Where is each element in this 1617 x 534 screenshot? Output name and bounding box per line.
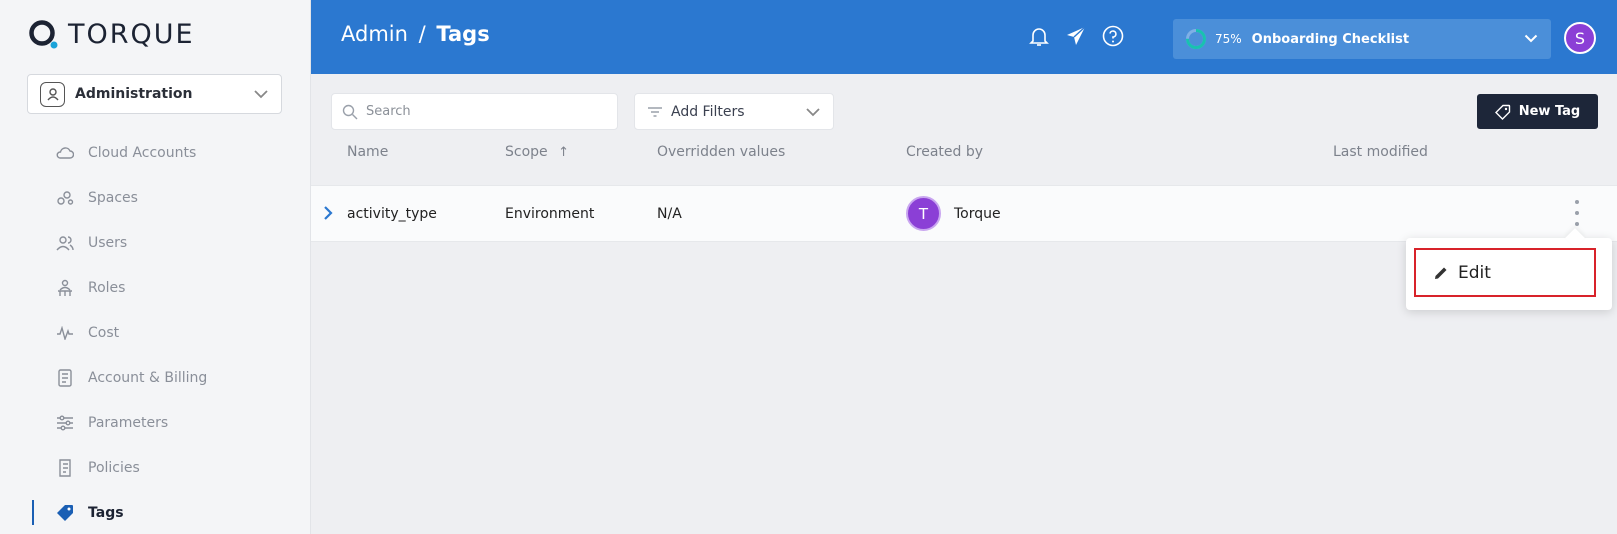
tag-name: activity_type (347, 206, 437, 222)
policy-icon (56, 458, 74, 477)
sidebar-item-label: Cost (88, 324, 120, 341)
breadcrumb-parent[interactable]: Admin (341, 22, 408, 46)
row-actions-menu: Edit (1406, 238, 1612, 310)
sidebar-item-label: Users (88, 234, 128, 251)
filter-icon (648, 106, 662, 117)
billing-icon (56, 368, 74, 387)
add-filters-dropdown[interactable]: Add Filters (634, 93, 834, 130)
sidebar-item-label: Account & Billing (88, 369, 208, 386)
sidebar-nav: Cloud Accounts Spaces Users Roles Cost A… (0, 130, 311, 534)
sidebar-item-tags[interactable]: Tags (0, 490, 311, 534)
breadcrumb-current: Tags (436, 22, 490, 46)
tag-scope: Environment (505, 206, 595, 222)
edit-menu-item[interactable]: Edit (1414, 248, 1596, 297)
user-avatar[interactable]: S (1564, 22, 1596, 54)
send-icon[interactable] (1065, 25, 1087, 47)
sidebar-item-account-billing[interactable]: Account & Billing (0, 355, 311, 400)
chevron-down-icon (806, 107, 820, 116)
tag-overridden-values: N/A (657, 206, 682, 222)
sidebar-item-parameters[interactable]: Parameters (0, 400, 311, 445)
new-tag-button[interactable]: New Tag (1477, 94, 1598, 129)
table-row[interactable]: activity_type Environment N/A T Torque (311, 185, 1617, 242)
sidebar-item-label: Cloud Accounts (88, 144, 197, 161)
onboarding-percent: 75% (1215, 32, 1242, 46)
chevron-down-icon (1511, 31, 1551, 47)
sidebar-item-users[interactable]: Users (0, 220, 311, 265)
tag-icon (1494, 104, 1510, 120)
column-header-scope-label: Scope (505, 144, 548, 160)
help-icon[interactable] (1102, 25, 1124, 47)
onboarding-label: Onboarding Checklist (1251, 31, 1410, 47)
brand-name: TORQUE (68, 18, 195, 50)
column-header-overridden-values[interactable]: Overridden values (657, 144, 785, 160)
admin-user-icon (40, 81, 65, 107)
chevron-down-icon (254, 90, 268, 99)
sidebar-item-label: Policies (88, 459, 140, 476)
sidebar-item-label: Spaces (88, 189, 138, 206)
spaces-icon (56, 189, 74, 207)
creator-name: Torque (954, 206, 1001, 222)
column-header-last-modified[interactable]: Last modified (1333, 144, 1428, 160)
breadcrumb-separator: / (418, 22, 426, 46)
cloud-icon (56, 144, 74, 162)
search-input[interactable] (366, 104, 606, 119)
sidebar-item-label: Roles (88, 279, 126, 296)
top-header: Admin / Tags 75% Onboarding Checklist S (311, 0, 1617, 74)
breadcrumb: Admin / Tags (341, 22, 490, 46)
workspace-label: Administration (75, 86, 193, 102)
chevron-right-icon[interactable] (323, 205, 333, 225)
sidebar-item-roles[interactable]: Roles (0, 265, 311, 310)
column-header-scope[interactable]: Scope ↑ (505, 144, 569, 160)
sort-arrow-up-icon: ↑ (558, 145, 570, 160)
more-options-icon[interactable] (1571, 200, 1583, 226)
onboarding-checklist-button[interactable]: 75% Onboarding Checklist (1173, 19, 1551, 59)
pulse-icon (56, 324, 74, 342)
progress-ring-icon (1186, 29, 1206, 49)
column-header-created-by[interactable]: Created by (906, 144, 983, 160)
search-icon (342, 104, 358, 119)
users-icon (56, 234, 74, 252)
torque-logo[interactable]: TORQUE (28, 16, 195, 52)
creator-avatar: T (906, 196, 941, 231)
sliders-icon (56, 414, 74, 432)
roles-icon (56, 279, 74, 297)
workspace-selector[interactable]: Administration (27, 74, 282, 114)
edit-label: Edit (1458, 262, 1491, 283)
bell-icon[interactable] (1028, 25, 1050, 47)
sidebar-item-label: Parameters (88, 414, 169, 431)
sidebar-item-policies[interactable]: Policies (0, 445, 311, 490)
pencil-icon (1435, 267, 1447, 279)
search-box[interactable] (331, 93, 618, 130)
tag-icon (56, 504, 74, 522)
torque-logo-icon (29, 20, 58, 49)
sidebar-item-spaces[interactable]: Spaces (0, 175, 311, 220)
new-tag-label: New Tag (1518, 104, 1581, 119)
column-header-name[interactable]: Name (347, 144, 388, 160)
sidebar-item-cost[interactable]: Cost (0, 310, 311, 355)
sidebar: TORQUE Administration Cloud Accounts Spa… (0, 0, 311, 534)
sidebar-item-label: Tags (88, 504, 124, 521)
add-filters-label: Add Filters (671, 103, 745, 120)
sidebar-item-cloud-accounts[interactable]: Cloud Accounts (0, 130, 311, 175)
